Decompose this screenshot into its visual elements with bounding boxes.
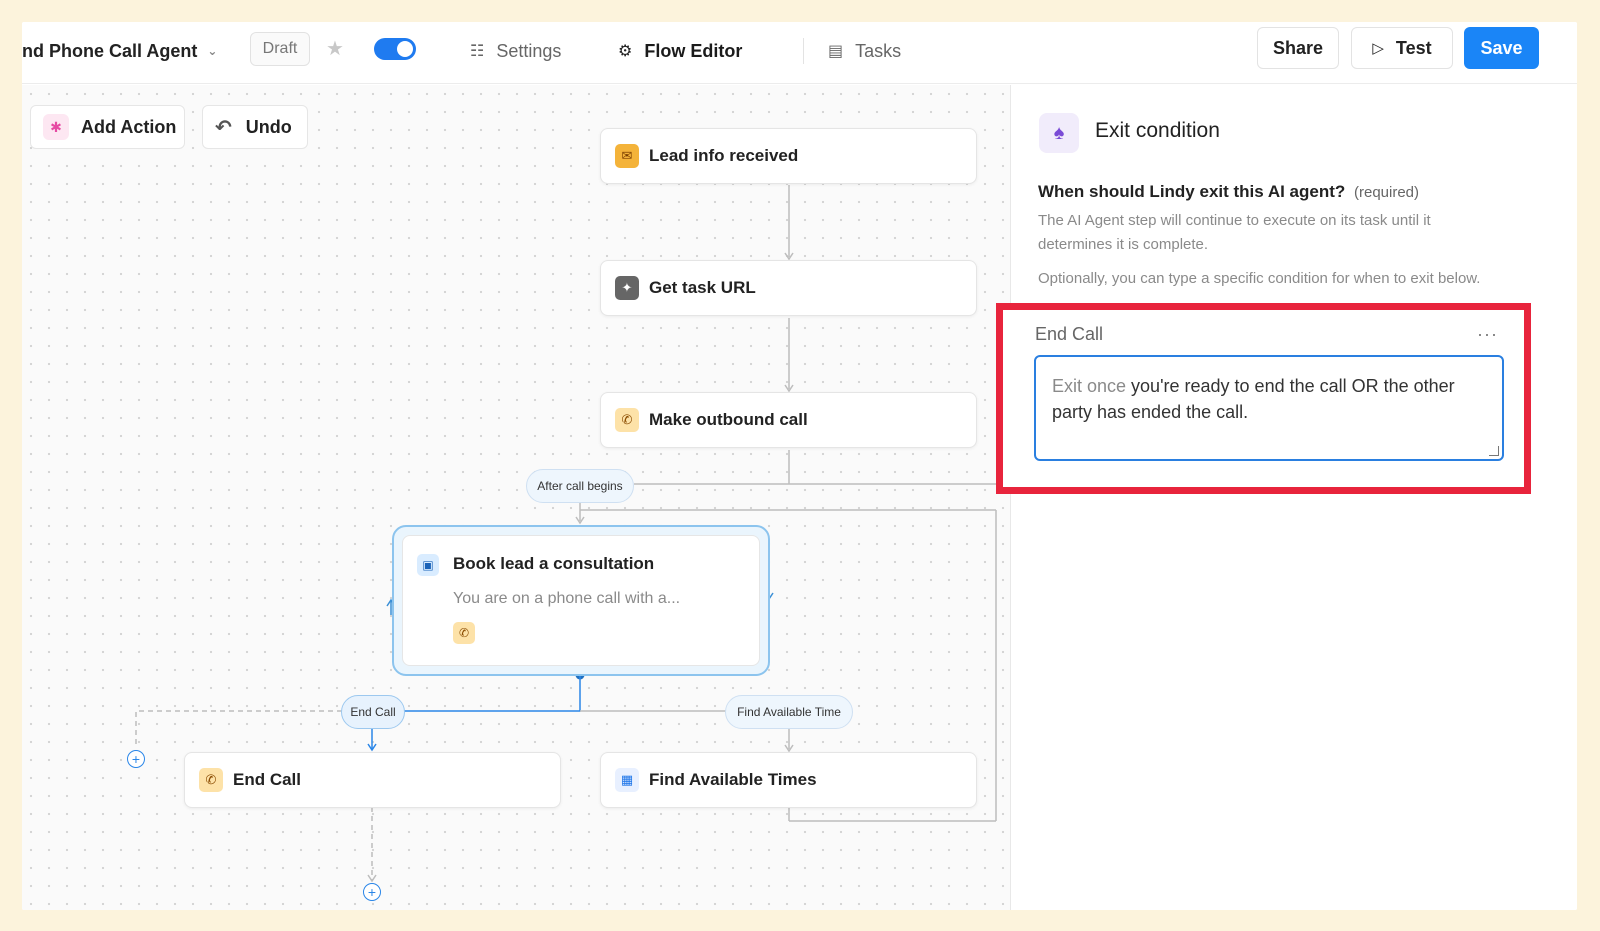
help-text: The AI Agent step will continue to execu… [1038,212,1431,253]
tab-settings[interactable]: ☷ Settings [470,36,561,66]
exit-condition-textarea[interactable]: Exit once you're ready to end the call O… [1034,355,1504,461]
agent-step-description: You are on a phone call with a... [453,590,681,607]
add-action-button[interactable]: ✱ Add Action [30,105,185,149]
nav-divider [803,38,804,64]
node-label: Make outbound call [649,410,808,429]
tab-flow-editor-label: Flow Editor [644,40,743,61]
highlighted-exit-condition: End Call ··· Exit once you're ready to e… [996,303,1531,494]
clipboard-icon: ▤ [828,43,844,60]
share-button[interactable]: Share [1257,27,1339,69]
add-step-plus-icon[interactable]: + [363,883,381,901]
toggle-knob [397,41,413,57]
star-icon[interactable]: ★ [326,36,344,61]
test-button-label: Test [1395,37,1432,58]
phone-icon: ✆ [453,622,475,644]
flow-canvas[interactable]: ✱ Add Action ↶ Undo ✉ Lead info received… [22,85,1010,910]
node-label: End Call [233,770,302,789]
branch-find-available-time[interactable]: Find Available Time [725,695,853,729]
agent-enabled-toggle[interactable] [374,38,416,60]
sliders-icon: ☷ [470,43,485,60]
flow-icon: ⚙ [618,43,633,60]
undo-label: Undo [245,116,292,137]
undo-button[interactable]: ↶ Undo [202,105,308,149]
webhook-icon: ✉ [615,144,639,168]
condition-name: End Call [1035,324,1104,344]
agent-step-title: Book lead a consultation [453,554,655,573]
optional-help-text: Optionally, you can type a specific cond… [1038,267,1508,297]
tab-tasks[interactable]: ▤ Tasks [828,36,901,66]
phone-icon: ✆ [199,768,223,792]
phone-icon: ✆ [615,408,639,432]
node-book-lead-consultation-selected[interactable]: ▣ Book lead a consultation You are on a … [392,525,770,676]
top-bar: nd Phone Call Agent ⌄ Draft ★ ☷ Settings… [22,22,1577,84]
calendar-icon: ▦ [615,768,639,792]
tab-tasks-label: Tasks [855,40,902,61]
placeholder-prefix: Exit once [1052,376,1127,396]
node-find-available-times[interactable]: ▦ Find Available Times [600,752,977,808]
sparkle-cursor-icon: ✱ [43,114,69,140]
node-end-call[interactable]: ✆ End Call [184,752,561,808]
branch-icon: ♠ [1039,113,1079,153]
node-make-outbound-call[interactable]: ✆ Make outbound call [600,392,977,448]
play-icon: ▷ [1372,40,1384,57]
add-step-plus-icon[interactable]: + [127,750,145,768]
branch-end-call[interactable]: End Call [341,695,405,729]
tab-settings-label: Settings [496,40,562,61]
chevron-down-icon: ⌄ [207,44,218,58]
tab-flow-editor[interactable]: ⚙ Flow Editor [618,36,742,66]
save-button[interactable]: Save [1464,27,1539,69]
undo-arrow-icon: ↶ [215,116,232,139]
exit-question: When should Lindy exit this AI agent? (r… [1038,182,1419,202]
optional-help-text-content: Optionally, you can type a specific cond… [1038,270,1481,287]
exit-question-text: When should Lindy exit this AI agent? [1038,182,1346,201]
agent-name: nd Phone Call Agent [22,40,198,61]
branch-after-call-begins[interactable]: After call begins [526,469,634,503]
more-options-icon[interactable]: ··· [1477,324,1498,345]
node-label: Find Available Times [649,770,817,789]
agent-step-card: ▣ Book lead a consultation You are on a … [402,535,760,666]
robot-icon: ▣ [417,554,439,576]
panel-title: Exit condition [1095,119,1220,142]
step-settings-panel: ♠ Exit condition When should Lindy exit … [1010,85,1577,910]
node-label: Lead info received [649,146,799,165]
draft-badge: Draft [250,32,310,66]
resize-handle-icon[interactable] [1489,446,1499,456]
agent-name-dropdown[interactable]: nd Phone Call Agent ⌄ [22,36,217,66]
node-label: Get task URL [649,278,756,297]
node-lead-info-received[interactable]: ✉ Lead info received [600,128,977,184]
sparkle-icon: ✦ [615,276,639,300]
test-button[interactable]: ▷ Test [1351,27,1453,69]
node-get-task-url[interactable]: ✦ Get task URL [600,260,977,316]
required-label: (required) [1354,184,1420,201]
add-action-label: Add Action [81,116,177,137]
